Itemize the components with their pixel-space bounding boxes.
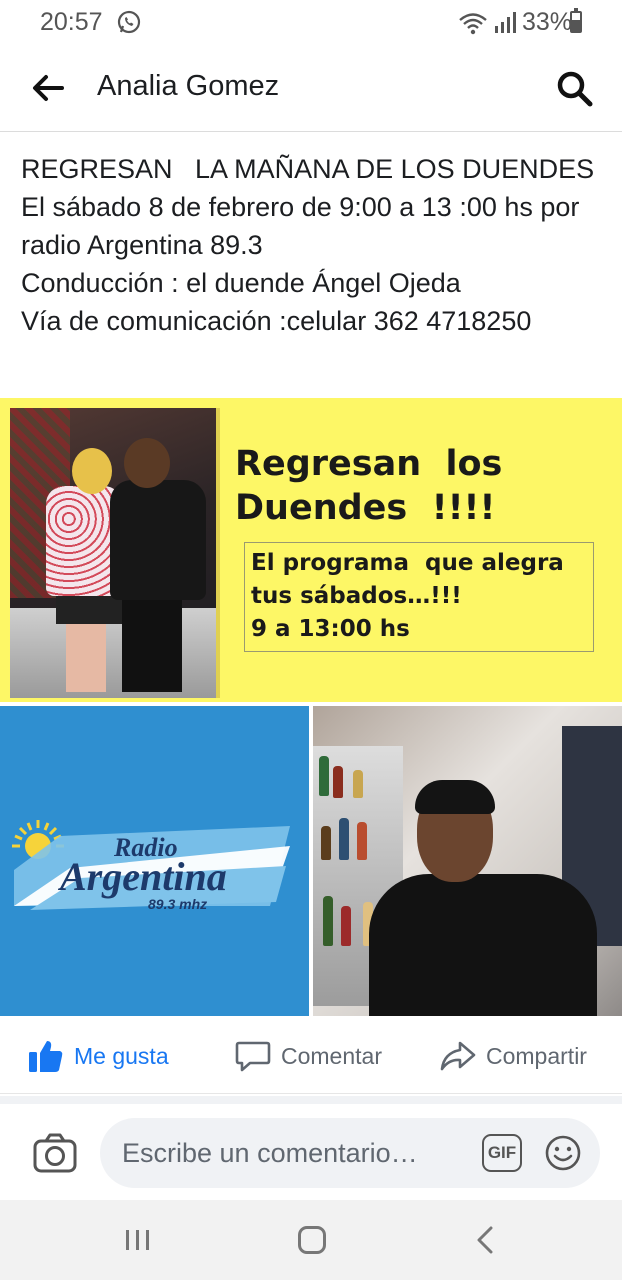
app-bar: Analia Gomez bbox=[0, 44, 622, 132]
page-title: Analia Gomez bbox=[97, 70, 280, 102]
status-right: 33% bbox=[458, 8, 572, 37]
comment-label: Comentar bbox=[281, 1042, 382, 1069]
flyer-subtext-box: El programa que alegra tus sábados…!!! 9… bbox=[244, 542, 594, 652]
post-image-flyer[interactable]: Regresan los Duendes !!!! El programa qu… bbox=[0, 398, 622, 702]
flyer-headline: Regresan los Duendes !!!! bbox=[235, 444, 503, 528]
search-icon[interactable] bbox=[556, 70, 594, 108]
battery-icon bbox=[570, 8, 582, 33]
post-text: REGRESAN LA MAÑANA DE LOS DUENDES El sáb… bbox=[21, 154, 595, 336]
comment-icon bbox=[235, 1041, 271, 1072]
camera-icon[interactable] bbox=[32, 1130, 78, 1176]
system-nav-bar bbox=[0, 1200, 622, 1280]
battery-percent: 33% bbox=[521, 8, 572, 36]
back-nav-icon[interactable] bbox=[474, 1226, 496, 1254]
post-actions: Me gusta Comentar Compartir bbox=[0, 1018, 622, 1094]
logo-argentina: Argentina bbox=[57, 854, 227, 899]
wifi-icon bbox=[459, 12, 487, 34]
logo-frequency: 89.3 mhz bbox=[148, 896, 207, 912]
couple-photo bbox=[10, 408, 220, 698]
thumbs-up-icon bbox=[29, 1041, 63, 1072]
whatsapp-icon bbox=[117, 10, 141, 34]
post-image-radio-logo[interactable]: Radio Argentina 89.3 mhz bbox=[0, 706, 309, 1016]
comment-input[interactable]: Escribe un comentario… GIF bbox=[100, 1118, 600, 1188]
post-image-man[interactable] bbox=[313, 706, 622, 1016]
arrow-left-icon[interactable] bbox=[30, 72, 66, 104]
comment-composer: Escribe un comentario… GIF bbox=[0, 1104, 622, 1200]
status-bar: 20:57 33% bbox=[0, 0, 622, 44]
comment-placeholder: Escribe un comentario… bbox=[122, 1138, 418, 1168]
radio-argentina-logo: Radio Argentina 89.3 mhz bbox=[12, 820, 290, 912]
share-label: Compartir bbox=[486, 1042, 587, 1069]
signal-icon bbox=[494, 11, 516, 33]
share-button[interactable]: Compartir bbox=[440, 1018, 587, 1094]
status-time: 20:57 bbox=[40, 8, 103, 36]
gif-button[interactable]: GIF bbox=[482, 1134, 522, 1172]
flyer-subtext: El programa que alegra tus sábados…!!! 9… bbox=[251, 550, 564, 642]
section-divider bbox=[0, 1096, 622, 1104]
like-label: Me gusta bbox=[74, 1042, 169, 1069]
like-button[interactable]: Me gusta bbox=[28, 1018, 169, 1094]
emoji-icon[interactable] bbox=[544, 1134, 582, 1172]
share-icon bbox=[440, 1041, 476, 1071]
comment-button[interactable]: Comentar bbox=[235, 1018, 382, 1094]
home-button[interactable] bbox=[298, 1226, 326, 1254]
recent-apps-icon[interactable] bbox=[124, 1228, 152, 1252]
